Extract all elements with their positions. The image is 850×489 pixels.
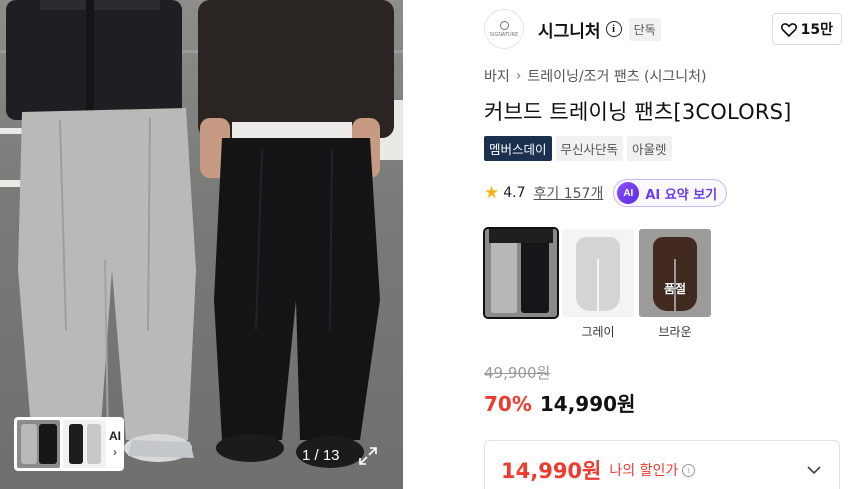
color-option-selected[interactable]: [483, 227, 559, 337]
product-title: 커브드 트레이닝 팬츠[3COLORS]: [484, 100, 792, 124]
brand-logo[interactable]: SIGNATURE: [484, 9, 524, 49]
tag-outlet: 아울렛: [627, 136, 672, 161]
ai-summary-button[interactable]: AI AI 요약 보기: [613, 179, 728, 207]
soldout-overlay: 품절: [639, 229, 711, 317]
sale-price: 14,990원: [539, 392, 636, 416]
color-options: 그레이 품절 브라운: [483, 227, 711, 339]
color-option-label: 브라운: [658, 325, 692, 339]
review-count-link[interactable]: 후기 157개: [534, 183, 604, 203]
color-swatch: 품절: [639, 229, 711, 317]
ai-thumb-label: AI: [109, 429, 121, 443]
color-option-label: 그레이: [581, 325, 615, 339]
original-price: 49,900원: [484, 364, 551, 382]
gallery-thumbnail-strip[interactable]: AI ›: [14, 417, 124, 471]
star-icon: ★: [484, 183, 500, 203]
soldout-label: 품절: [663, 281, 687, 296]
gallery-thumbnail[interactable]: [17, 420, 60, 468]
rating-value: 4.7: [503, 185, 526, 201]
product-info-panel: SIGNATURE 시그니처 i 단독 15만 바지 › 트레이닝/조거 팬츠 …: [466, 0, 850, 489]
expand-icon[interactable]: [358, 446, 378, 466]
chevron-down-icon: [807, 466, 821, 475]
my-discount-label: 나의 할인가: [609, 463, 679, 479]
gallery-thumbnail[interactable]: [63, 420, 106, 468]
ai-icon: AI: [617, 182, 640, 204]
chevron-right-icon: ›: [515, 68, 522, 84]
chevron-right-icon: ›: [113, 445, 117, 459]
tag-musinsa-exclusive: 무신사단독: [555, 136, 624, 161]
ai-summary-label: AI 요약 보기: [645, 187, 718, 203]
like-button[interactable]: 15만: [771, 13, 842, 45]
brand-name[interactable]: 시그니처: [538, 17, 601, 42]
breadcrumb-category[interactable]: 바지: [484, 66, 510, 86]
product-photo[interactable]: AI › 1 / 13: [0, 0, 403, 489]
heart-icon: [780, 22, 797, 37]
models-illustration: [6, 0, 394, 468]
product-tags: 멤버스데이 무신사단독 아울렛: [484, 136, 672, 161]
info-icon[interactable]: i: [682, 463, 696, 477]
brand-row: SIGNATURE 시그니처 i 단독 15만: [484, 8, 842, 50]
breadcrumb-subcategory[interactable]: 트레이닝/조거 팬츠 (시그니처): [527, 66, 706, 86]
color-swatch: [483, 227, 559, 319]
price-row: 70% 14,990원: [484, 388, 635, 417]
rating-row: ★ 4.7 후기 157개 AI AI 요약 보기: [484, 179, 728, 207]
color-option-gray[interactable]: 그레이: [562, 229, 634, 339]
like-count: 15만: [800, 22, 833, 38]
tag-members-day: 멤버스데이: [484, 136, 552, 161]
ai-thumbnail-button[interactable]: AI ›: [109, 429, 121, 459]
my-discount-price: 14,990원: [501, 459, 602, 483]
exclusive-badge: 단독: [628, 17, 661, 41]
brand-logo-mark: [499, 20, 509, 30]
my-price-dropdown[interactable]: 14,990원 나의 할인가 i: [484, 440, 840, 489]
discount-rate: 70%: [484, 392, 532, 416]
info-icon[interactable]: i: [605, 21, 622, 37]
color-option-brown[interactable]: 품절 브라운: [639, 229, 711, 339]
brand-logo-text: SIGNATURE: [489, 31, 519, 38]
breadcrumb: 바지 › 트레이닝/조거 팬츠 (시그니처): [484, 66, 706, 86]
color-swatch: [562, 229, 634, 317]
gallery-counter: 1 / 13: [302, 447, 340, 464]
